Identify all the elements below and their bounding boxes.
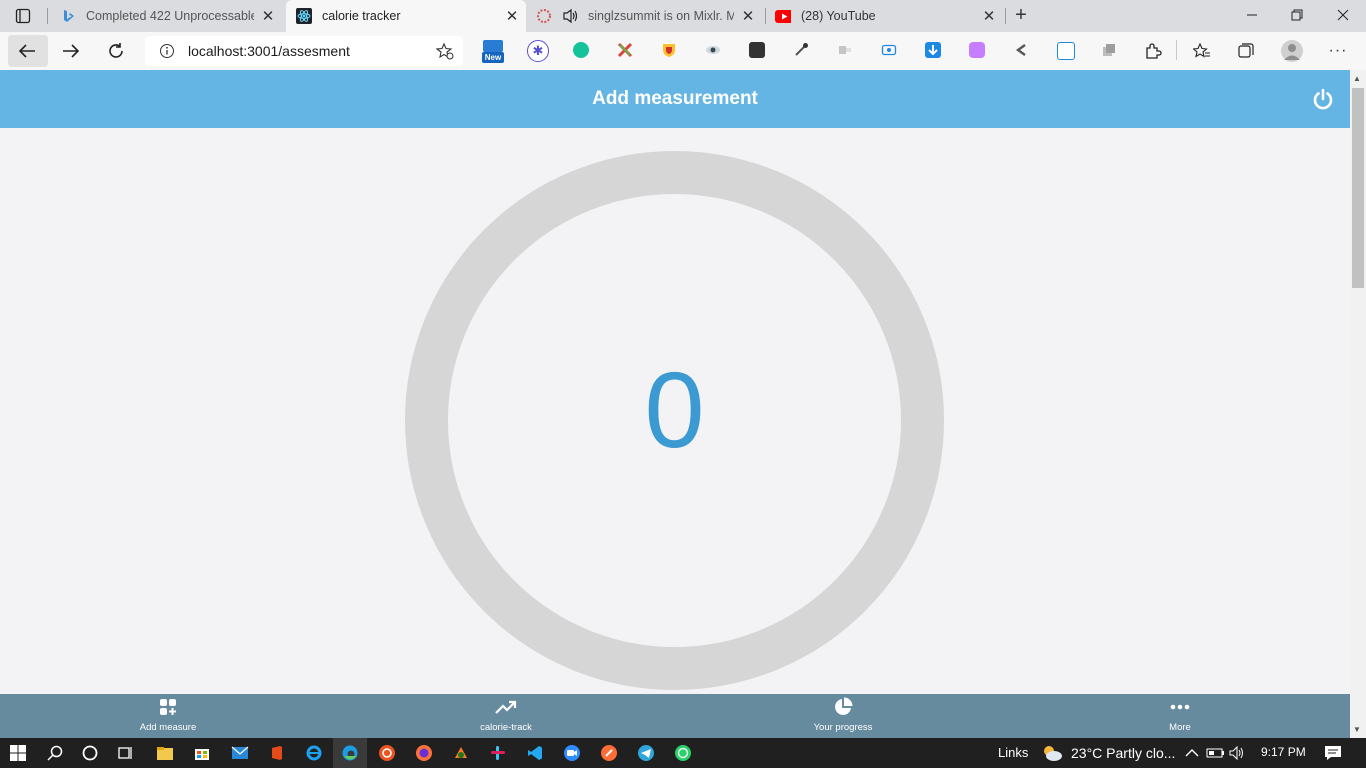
slack-icon[interactable] xyxy=(488,743,508,763)
postman-icon[interactable] xyxy=(599,743,619,763)
tab-title: singlzsummit is on Mixlr. M xyxy=(588,9,734,23)
nav-label: calorie-track xyxy=(480,722,532,733)
minimize-icon[interactable] xyxy=(1243,6,1261,24)
bing-icon xyxy=(60,8,76,24)
mixlr-icon xyxy=(536,8,552,24)
new-label-extension-icon[interactable] xyxy=(749,42,765,58)
task-view-icon[interactable] xyxy=(116,743,136,763)
tools-extension-icon[interactable] xyxy=(617,42,633,58)
windows-start-icon[interactable] xyxy=(8,743,28,763)
close-icon[interactable]: ✕ xyxy=(498,7,526,25)
weather-text[interactable]: 23°C Partly clo... xyxy=(1071,745,1175,761)
calorie-value: 0 xyxy=(644,349,705,470)
zoom-icon[interactable] xyxy=(562,743,582,763)
notifications-icon[interactable] xyxy=(1323,743,1343,763)
copy-extension-icon[interactable] xyxy=(1101,42,1117,58)
ubuntu-icon[interactable] xyxy=(377,743,397,763)
whatsapp-icon[interactable] xyxy=(673,743,693,763)
info-icon[interactable] xyxy=(158,42,176,60)
loop-extension-icon[interactable] xyxy=(1013,42,1029,58)
new-tab-icon[interactable]: + xyxy=(1012,4,1030,26)
nav-add-measure[interactable]: Add measure xyxy=(108,696,228,733)
scroll-up-icon[interactable]: ▲ xyxy=(1353,74,1361,83)
nav-your-progress[interactable]: Your progress xyxy=(783,696,903,733)
store-icon[interactable] xyxy=(192,743,212,763)
url-text[interactable]: localhost:3001/assesment xyxy=(188,43,350,59)
tab-youtube[interactable]: (28) YouTube ✕ xyxy=(765,0,1003,32)
internet-explorer-icon[interactable] xyxy=(304,743,324,763)
cortana-icon[interactable] xyxy=(80,743,100,763)
tab-calorie-tracker[interactable]: calorie tracker ✕ xyxy=(286,0,526,32)
toolbar-separator xyxy=(1176,40,1177,60)
nav-calorie-track[interactable]: calorie-track xyxy=(446,696,566,733)
snowflake-extension-icon[interactable]: ✱ xyxy=(527,40,549,62)
shield-extension-icon[interactable] xyxy=(661,42,677,58)
vscode-icon[interactable] xyxy=(525,743,545,763)
profile-avatar[interactable] xyxy=(1281,40,1303,62)
tab-completed-422[interactable]: Completed 422 Unprocessable E ✕ xyxy=(50,0,282,32)
new-extension-icon[interactable]: New xyxy=(482,40,504,64)
purple-extension-icon[interactable] xyxy=(969,42,985,58)
volume-icon[interactable] xyxy=(1228,743,1248,763)
eye-extension-icon[interactable] xyxy=(705,42,721,58)
tab-separator xyxy=(47,8,48,24)
youtube-icon xyxy=(775,8,791,24)
chevron-up-icon[interactable] xyxy=(1182,743,1202,763)
eyedropper-icon[interactable] xyxy=(793,42,809,58)
tab-title: calorie tracker xyxy=(322,9,401,23)
scroll-down-icon[interactable]: ▼ xyxy=(1353,725,1361,734)
new-badge: New xyxy=(482,52,504,63)
nav-label: Add measure xyxy=(139,722,197,733)
close-icon[interactable]: ✕ xyxy=(254,7,282,25)
grid-add-icon xyxy=(108,696,228,718)
close-icon[interactable]: ✕ xyxy=(975,7,1003,25)
telegram-icon[interactable] xyxy=(636,743,656,763)
firefox-icon[interactable] xyxy=(414,743,434,763)
more-dots-icon xyxy=(1120,696,1240,718)
speaker-icon[interactable] xyxy=(562,8,578,24)
grammarly-icon[interactable] xyxy=(573,42,589,58)
refresh-icon[interactable] xyxy=(107,42,125,60)
trending-up-icon xyxy=(446,696,566,718)
extensions-puzzle-icon[interactable] xyxy=(1144,42,1162,60)
links-toolbar[interactable]: Links xyxy=(998,745,1028,760)
restore-icon[interactable] xyxy=(1288,6,1306,24)
back-arrow-icon[interactable] xyxy=(18,42,36,60)
close-icon[interactable]: ✕ xyxy=(734,7,762,25)
tab-title: (28) YouTube xyxy=(801,9,876,23)
xampp-icon[interactable] xyxy=(451,743,471,763)
battery-icon[interactable] xyxy=(1206,743,1226,763)
translate-extension-icon[interactable] xyxy=(837,42,853,58)
scrollbar-thumb[interactable] xyxy=(1352,88,1364,288)
tab-mixlr[interactable]: singlzsummit is on Mixlr. M ✕ xyxy=(526,0,762,32)
nav-more[interactable]: More xyxy=(1120,696,1240,733)
edge-icon[interactable] xyxy=(340,743,360,763)
react-icon xyxy=(296,8,312,24)
clock-time[interactable]: 9:17 PM xyxy=(1261,745,1306,759)
tab-actions-icon[interactable] xyxy=(14,7,32,25)
nav-label: Your progress xyxy=(813,722,873,733)
office-icon[interactable] xyxy=(267,743,287,763)
tab-title: Completed 422 Unprocessable E xyxy=(86,9,254,23)
forward-arrow-icon[interactable] xyxy=(62,42,80,60)
tab-separator xyxy=(1005,8,1006,24)
weather-icon xyxy=(1040,743,1064,763)
download-extension-icon[interactable] xyxy=(925,42,941,58)
screen-record-icon[interactable] xyxy=(881,42,897,58)
settings-more-icon[interactable]: ··· xyxy=(1329,42,1347,60)
file-explorer-icon[interactable] xyxy=(155,743,175,763)
table-extension-icon[interactable] xyxy=(1057,42,1075,60)
favorites-icon[interactable] xyxy=(1193,42,1211,60)
power-icon[interactable] xyxy=(1312,88,1334,110)
mail-icon[interactable] xyxy=(230,743,250,763)
pie-chart-icon xyxy=(783,696,903,718)
add-favorite-icon[interactable] xyxy=(436,42,454,60)
close-window-icon[interactable] xyxy=(1334,6,1352,24)
collections-icon[interactable] xyxy=(1237,42,1255,60)
nav-label: More xyxy=(1169,722,1191,733)
search-icon[interactable] xyxy=(45,743,65,763)
page-title: Add measurement xyxy=(592,88,758,109)
